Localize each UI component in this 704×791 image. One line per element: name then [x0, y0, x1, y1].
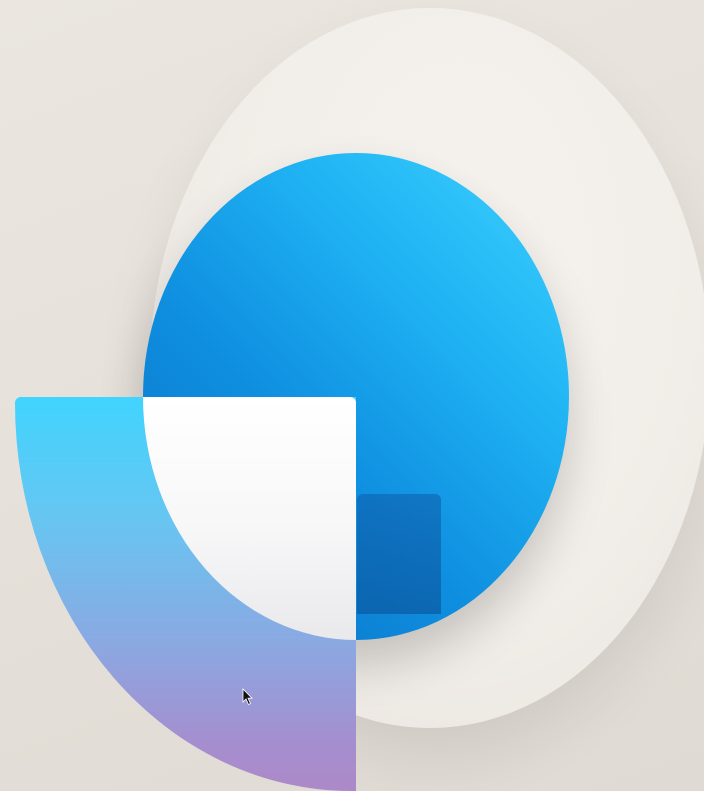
inner-square-shadow — [357, 494, 441, 614]
mouse-cursor-icon — [242, 688, 253, 706]
artwork-canvas — [0, 0, 704, 791]
